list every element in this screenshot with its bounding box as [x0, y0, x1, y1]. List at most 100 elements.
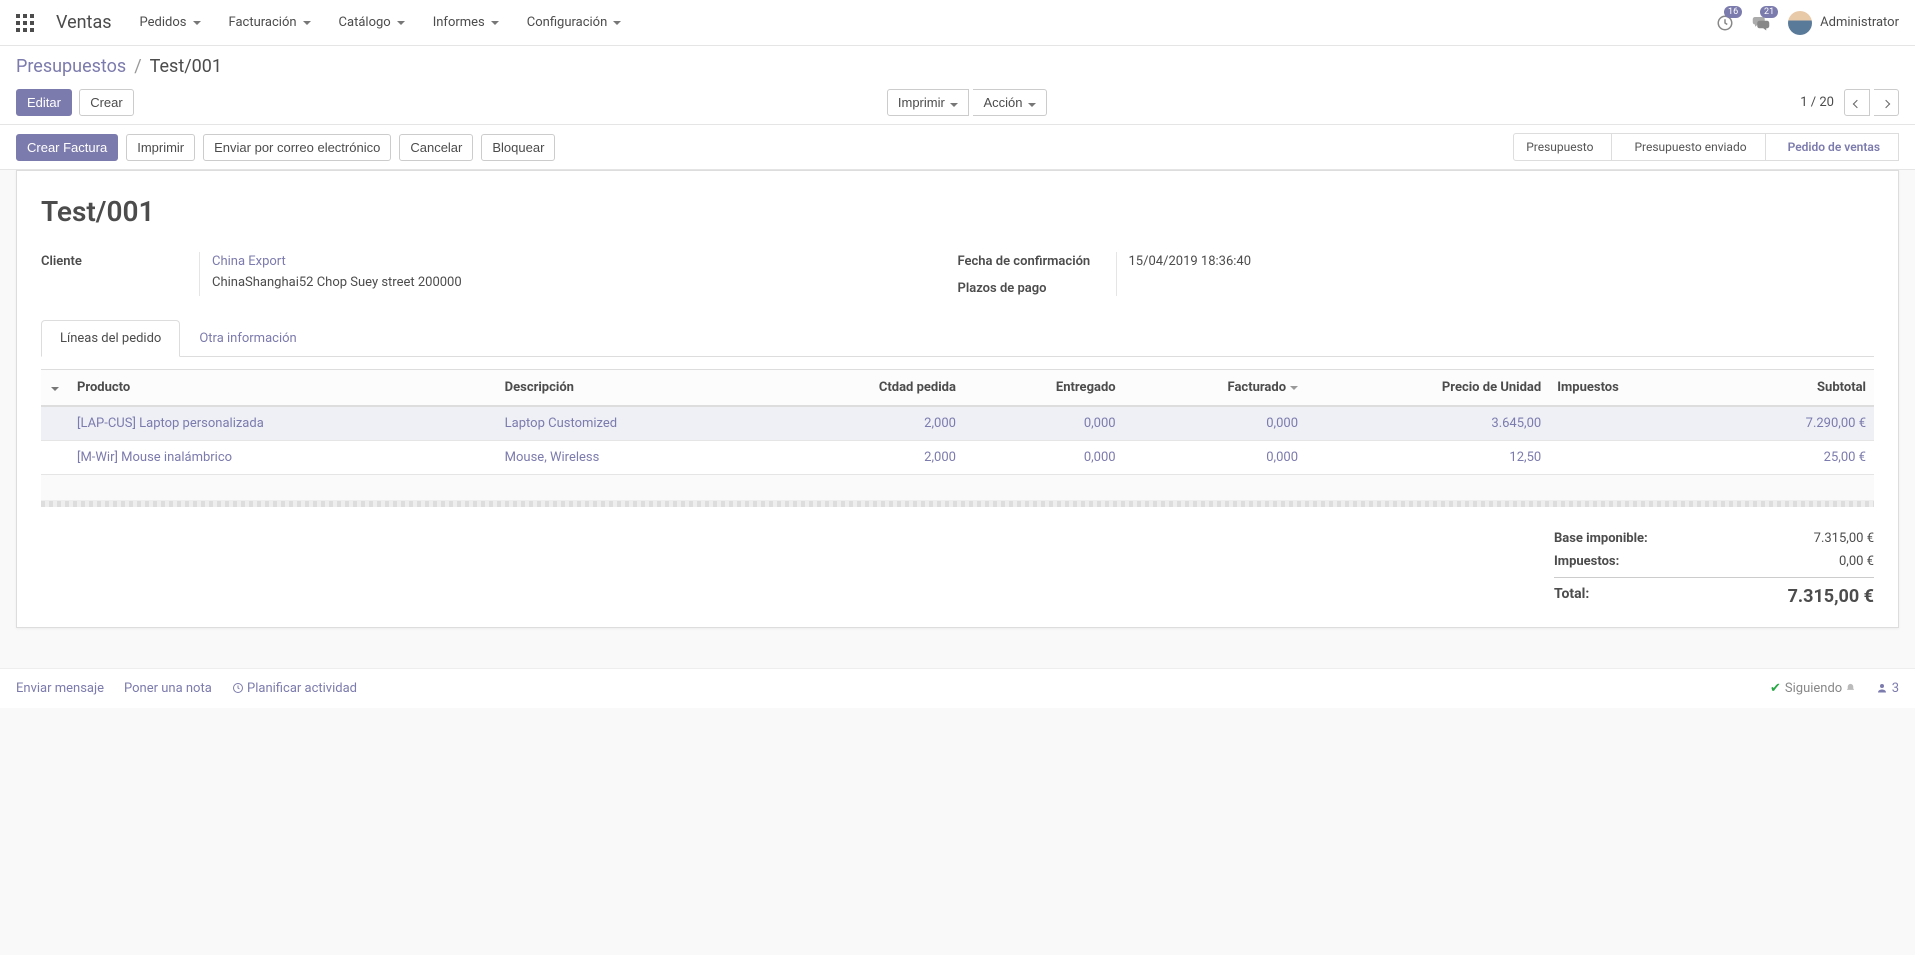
- totals: Base imponible: 7.315,00 € Impuestos: 0,…: [1554, 527, 1874, 611]
- cell-price: 3.645,00: [1306, 406, 1549, 441]
- avatar: [1788, 11, 1812, 35]
- nav-item-informes[interactable]: Informes: [433, 15, 499, 30]
- drag-handle-icon[interactable]: [41, 406, 69, 441]
- col-description[interactable]: Descripción: [497, 370, 768, 407]
- create-invoice-button[interactable]: Crear Factura: [16, 134, 118, 161]
- center-buttons: Imprimir Acción: [887, 89, 1047, 116]
- pager-buttons: [1844, 89, 1899, 116]
- right-values: 15/04/2019 18:36:40: [1116, 252, 1875, 296]
- statusbar: Crear Factura Imprimir Enviar por correo…: [0, 125, 1915, 170]
- cell-product[interactable]: [LAP-CUS] Laptop personalizada: [69, 406, 497, 441]
- edit-button[interactable]: Editar: [16, 89, 72, 116]
- chevron-left-icon: [1853, 100, 1861, 108]
- cell-taxes: [1549, 441, 1713, 475]
- nav-item-configuracion[interactable]: Configuración: [527, 15, 622, 30]
- activities-icon[interactable]: 16: [1716, 14, 1734, 32]
- col-product[interactable]: Producto: [69, 370, 497, 407]
- cancel-button[interactable]: Cancelar: [399, 134, 473, 161]
- activities-badge: 16: [1724, 6, 1742, 19]
- pager: 1 / 20: [1800, 89, 1899, 116]
- print-button[interactable]: Imprimir: [126, 134, 195, 161]
- cell-invoiced: 0,000: [1124, 406, 1306, 441]
- caret-down-icon: [193, 21, 201, 25]
- nav-item-pedidos[interactable]: Pedidos: [140, 15, 201, 30]
- follow-button[interactable]: ✔ Siguiendo: [1770, 681, 1856, 696]
- create-button[interactable]: Crear: [79, 89, 134, 116]
- col-invoiced-label: Facturado: [1228, 380, 1287, 395]
- col-price[interactable]: Precio de Unidad: [1306, 370, 1549, 407]
- caret-down-icon: [51, 387, 59, 391]
- drag-handle-icon[interactable]: [41, 441, 69, 475]
- check-icon: ✔: [1770, 681, 1781, 696]
- col-subtotal[interactable]: Subtotal: [1713, 370, 1874, 407]
- tax-label: Impuestos:: [1554, 554, 1619, 569]
- col-qty[interactable]: Ctdad pedida: [768, 370, 964, 407]
- followers-button[interactable]: 3: [1876, 681, 1899, 696]
- cell-description: Laptop Customized: [497, 406, 768, 441]
- cp-toolbar: Editar Crear Imprimir Acción 1 / 20: [16, 89, 1899, 116]
- action-dropdown[interactable]: Acción: [973, 89, 1047, 116]
- user-icon: [1876, 682, 1888, 694]
- schedule-activity-link[interactable]: Planificar actividad: [232, 681, 357, 696]
- label-confirm-date: Fecha de confirmación: [958, 252, 1108, 269]
- cell-delivered: 0,000: [964, 406, 1124, 441]
- app-brand[interactable]: Ventas: [56, 12, 112, 33]
- nav-item-catalogo[interactable]: Catálogo: [339, 15, 405, 30]
- cell-subtotal: 7.290,00 €: [1713, 406, 1874, 441]
- record-title: Test/001: [41, 195, 1874, 228]
- stage-sent[interactable]: Presupuesto enviado: [1611, 133, 1765, 161]
- follow-label: Siguiendo: [1785, 681, 1842, 696]
- content: Test/001 Cliente China Export ChinaShang…: [0, 170, 1915, 644]
- table-divider: [41, 501, 1874, 507]
- order-lines-table: Producto Descripción Ctdad pedida Entreg…: [41, 369, 1874, 507]
- nav-label: Catálogo: [339, 15, 391, 30]
- cell-delivered: 0,000: [964, 441, 1124, 475]
- pager-next-button[interactable]: [1874, 89, 1899, 116]
- stage-sale[interactable]: Pedido de ventas: [1765, 133, 1899, 161]
- totals-base: Base imponible: 7.315,00 €: [1554, 527, 1874, 550]
- form-sheet: Test/001 Cliente China Export ChinaShang…: [16, 170, 1899, 628]
- activity-label: Planificar actividad: [247, 681, 357, 696]
- cell-invoiced: 0,000: [1124, 441, 1306, 475]
- total-value: 7.315,00 €: [1788, 586, 1874, 607]
- col-delivered[interactable]: Entregado: [964, 370, 1124, 407]
- pager-text[interactable]: 1 / 20: [1800, 95, 1834, 110]
- handle-header[interactable]: [41, 370, 69, 407]
- status-buttons: Crear Factura Imprimir Enviar por correo…: [16, 134, 555, 161]
- send-email-button[interactable]: Enviar por correo electrónico: [203, 134, 391, 161]
- breadcrumb-sep: /: [134, 56, 141, 77]
- send-message-link[interactable]: Enviar mensaje: [16, 681, 104, 696]
- action-label: Acción: [983, 95, 1022, 110]
- bell-icon: [1845, 683, 1856, 694]
- cell-product[interactable]: [M-Wir] Mouse inalámbrico: [69, 441, 497, 475]
- nav-item-facturacion[interactable]: Facturación: [229, 15, 311, 30]
- cell-subtotal: 25,00 €: [1713, 441, 1874, 475]
- print-dropdown[interactable]: Imprimir: [887, 89, 970, 116]
- nav-label: Configuración: [527, 15, 608, 30]
- confirm-date-value: 15/04/2019 18:36:40: [1129, 252, 1875, 273]
- tab-other[interactable]: Otra información: [180, 320, 315, 357]
- user-menu[interactable]: Administrator: [1788, 11, 1899, 35]
- tab-lines[interactable]: Líneas del pedido: [41, 320, 180, 357]
- table-row[interactable]: [LAP-CUS] Laptop personalizada Laptop Cu…: [41, 406, 1874, 441]
- tabs: Líneas del pedido Otra información: [41, 320, 1874, 357]
- cell-taxes: [1549, 406, 1713, 441]
- top-nav: Ventas Pedidos Facturación Catálogo Info…: [0, 0, 1915, 46]
- stage-quote[interactable]: Presupuesto: [1513, 133, 1612, 161]
- customer-link[interactable]: China Export: [212, 254, 286, 269]
- messages-badge: 21: [1760, 6, 1778, 19]
- apps-icon[interactable]: [16, 14, 34, 32]
- print-label: Imprimir: [898, 95, 945, 110]
- col-taxes[interactable]: Impuestos: [1549, 370, 1713, 407]
- pager-prev-button[interactable]: [1844, 89, 1870, 116]
- label-payment-terms: Plazos de pago: [958, 279, 1108, 296]
- table-row[interactable]: [M-Wir] Mouse inalámbrico Mouse, Wireles…: [41, 441, 1874, 475]
- messages-icon[interactable]: 21: [1752, 14, 1770, 32]
- lock-button[interactable]: Bloquear: [481, 134, 555, 161]
- log-note-link[interactable]: Poner una nota: [124, 681, 212, 696]
- cell-qty: 2,000: [768, 406, 964, 441]
- caret-down-icon: [1028, 103, 1036, 107]
- chevron-right-icon: [1882, 100, 1890, 108]
- col-invoiced[interactable]: Facturado: [1124, 370, 1306, 407]
- breadcrumb-root[interactable]: Presupuestos: [16, 56, 126, 77]
